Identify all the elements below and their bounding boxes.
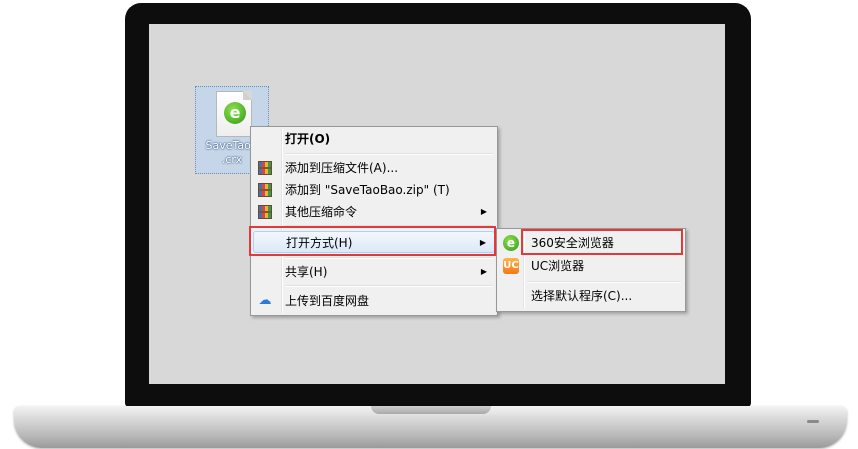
menu-item-label: 添加到压缩文件(A)...: [285, 161, 399, 175]
highlight-box-open-with: [249, 226, 496, 256]
winrar-icon: [258, 205, 272, 219]
submenu-arrow-icon: ▶: [480, 207, 487, 216]
submenu-arrow-icon: ▶: [480, 267, 487, 276]
menu-item-label: 打开(O): [285, 132, 331, 146]
menu-item-add-to-archive[interactable]: 添加到压缩文件(A)...: [253, 157, 495, 179]
menu-item-label: 添加到 "SaveTaoBao.zip" (T): [285, 183, 450, 197]
laptop-led: [807, 420, 819, 423]
submenu-item-uc-browser[interactable]: UC UC浏览器: [499, 255, 683, 277]
menu-item-share[interactable]: 共享(H) ▶: [253, 261, 495, 283]
document-icon: e: [216, 91, 252, 137]
laptop-notch: [371, 406, 491, 414]
menu-item-add-to-zip[interactable]: 添加到 "SaveTaoBao.zip" (T): [253, 179, 495, 201]
menu-item-upload-baidu[interactable]: ☁ 上传到百度网盘: [253, 290, 495, 312]
context-menu: 打开(O) 添加到压缩文件(A)... 添加到 "SaveTaoBao.zip"…: [250, 126, 498, 316]
menu-item-open[interactable]: 打开(O): [253, 128, 495, 150]
baidu-netdisk-icon: ☁: [258, 293, 272, 308]
submenu-item-choose-default[interactable]: 选择默认程序(C)...: [499, 285, 683, 307]
360-browser-logo-icon: e: [224, 102, 246, 124]
laptop-base: [14, 406, 847, 448]
menu-separator: [527, 281, 681, 283]
page-fold: [243, 91, 252, 100]
menu-item-other-compress[interactable]: 其他压缩命令 ▶: [253, 201, 495, 223]
menu-item-label: 其他压缩命令: [285, 205, 358, 219]
submenu-item-label: UC浏览器: [531, 259, 585, 273]
winrar-icon: [258, 161, 272, 175]
highlight-box-360-browser: [521, 229, 683, 255]
360-browser-icon: e: [503, 235, 519, 251]
menu-separator: [285, 153, 493, 155]
menu-item-label: 共享(H): [285, 265, 328, 279]
uc-browser-icon: UC: [503, 258, 519, 274]
desktop-screen: e SaveTaoB .crx 打开(O) 添加到压缩文件(A)... 添加到 …: [149, 24, 725, 384]
menu-separator: [285, 285, 493, 287]
winrar-icon: [258, 183, 272, 197]
submenu-item-label: 选择默认程序(C)...: [531, 289, 633, 303]
menu-separator: [285, 257, 493, 259]
menu-item-label: 上传到百度网盘: [285, 294, 370, 308]
